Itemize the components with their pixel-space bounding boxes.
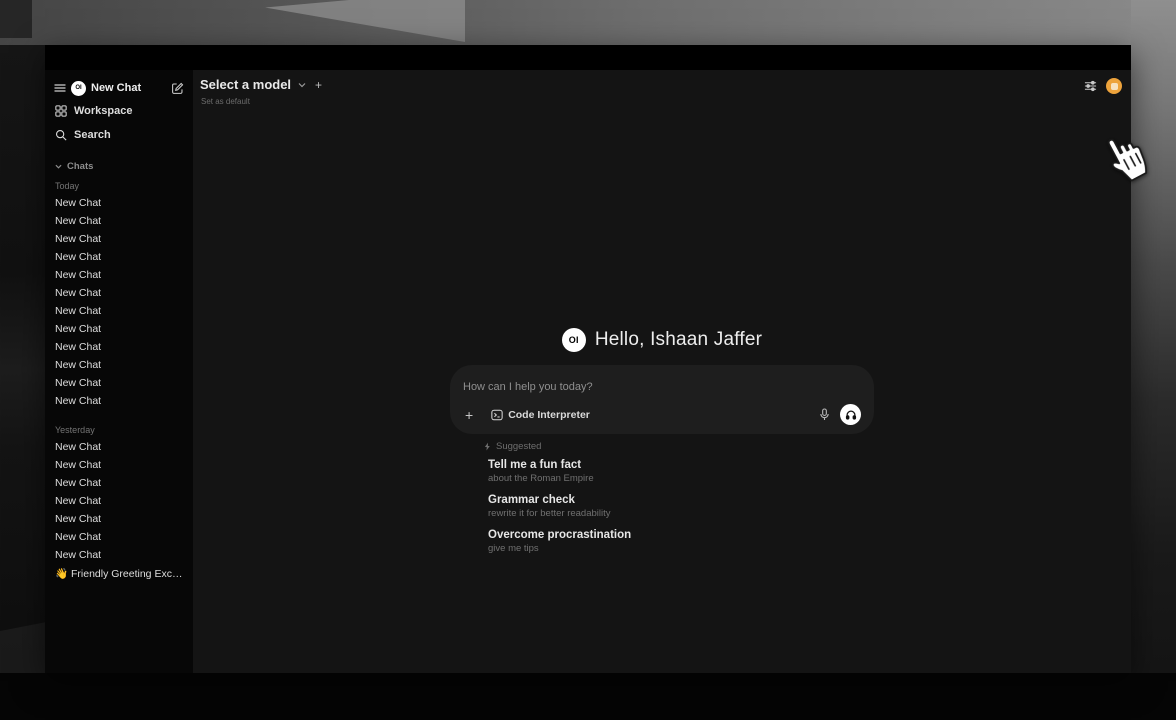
app-logo: OI [562, 328, 586, 352]
attach-plus-icon[interactable]: + [463, 409, 475, 421]
chevron-down-icon [55, 164, 62, 169]
chat-item[interactable]: New Chat [45, 356, 193, 374]
chat-item[interactable]: New Chat [45, 248, 193, 266]
suggestion-title: Grammar check [488, 494, 874, 506]
chat-item[interactable]: New Chat [45, 492, 193, 510]
suggested-label: Suggested [496, 441, 541, 452]
greeting: OI Hello, Ishaan Jaffer [450, 328, 874, 352]
app-logo: OI [71, 81, 86, 96]
sidebar-item-workspace[interactable]: Workspace [45, 100, 193, 122]
chat-item[interactable]: New Chat [45, 374, 193, 392]
voice-mode-button[interactable] [840, 404, 861, 425]
search-label: Search [74, 129, 111, 141]
terminal-icon [491, 409, 503, 421]
sidebar-item-search[interactable]: Search [45, 124, 193, 146]
chat-group-label: Yesterday [45, 420, 193, 438]
wallpaper-top-band [0, 0, 1176, 45]
greeting-text: Hello, Ishaan Jaffer [595, 329, 762, 351]
chat-item[interactable]: New Chat [45, 284, 193, 302]
set-as-default-button[interactable]: Set as default [201, 97, 250, 106]
model-selector[interactable]: Select a model + [200, 77, 322, 92]
search-icon [55, 129, 67, 141]
chat-item[interactable]: New Chat [45, 456, 193, 474]
app-window: OI New Chat Workspace [45, 45, 1131, 673]
chat-item[interactable]: New Chat [45, 320, 193, 338]
suggested-list: Tell me a fun fact about the Roman Empire… [488, 459, 874, 554]
sidebar: OI New Chat Workspace [45, 70, 193, 673]
chat-item[interactable]: New Chat [45, 474, 193, 492]
chat-item[interactable]: New Chat [45, 302, 193, 320]
sidebar-toggle-icon[interactable] [54, 83, 66, 93]
wallpaper-left-strip [0, 45, 45, 695]
suggestion-item[interactable]: Tell me a fun fact about the Roman Empire [488, 459, 874, 484]
chats-section-toggle[interactable]: Chats [45, 157, 193, 176]
chat-item[interactable]: New Chat [45, 338, 193, 356]
wallpaper-topleft-shape [0, 0, 32, 38]
chat-item[interactable]: New Chat [45, 438, 193, 456]
chat-item[interactable]: New Chat [45, 266, 193, 284]
suggestion-item[interactable]: Grammar check rewrite it for better reada… [488, 494, 874, 519]
chat-item[interactable]: New Chat [45, 392, 193, 410]
chat-groups: TodayNew ChatNew ChatNew ChatNew ChatNew… [45, 176, 193, 582]
avatar-glyph [1111, 83, 1118, 90]
user-avatar[interactable] [1106, 78, 1122, 94]
chat-item[interactable]: New Chat [45, 230, 193, 248]
bolt-icon [484, 442, 491, 451]
workspace-grid-icon [55, 105, 67, 117]
main-area: Select a model + Set as default O [193, 70, 1131, 673]
suggestion-item[interactable]: Overcome procrastination give me tips [488, 529, 874, 554]
suggestion-title: Overcome procrastination [488, 529, 874, 541]
chat-item[interactable]: New Chat [45, 510, 193, 528]
model-selector-label: Select a model [200, 77, 291, 92]
input-controls: + Code Interpreter [463, 404, 861, 425]
chat-item[interactable]: New Chat [45, 212, 193, 230]
prompt-input-card: + Code Interpreter [450, 365, 874, 434]
welcome-block: OI Hello, Ishaan Jaffer + [450, 328, 874, 564]
suggested-header: Suggested [484, 441, 874, 452]
topbar-right [1084, 78, 1122, 94]
controls-sliders-icon[interactable] [1084, 80, 1097, 92]
chats-section-label: Chats [67, 161, 93, 172]
chat-item[interactable]: 👋 Friendly Greeting Exchange [45, 564, 193, 582]
suggestion-subtitle: about the Roman Empire [488, 473, 874, 484]
chat-item[interactable]: New Chat [45, 194, 193, 212]
add-model-icon[interactable]: + [315, 78, 322, 92]
sidebar-title: New Chat [91, 82, 166, 94]
sidebar-header: OI New Chat [45, 78, 193, 98]
prompt-input[interactable] [463, 381, 861, 393]
new-chat-icon[interactable] [171, 82, 184, 95]
code-interpreter-label: Code Interpreter [508, 409, 590, 421]
suggestion-title: Tell me a fun fact [488, 459, 874, 471]
chevron-down-icon [298, 82, 306, 88]
wallpaper-bottom-strip [0, 673, 1176, 720]
chat-group-label: Today [45, 176, 193, 194]
window-title-strip [45, 45, 1131, 70]
chat-item[interactable]: New Chat [45, 528, 193, 546]
workspace-label: Workspace [74, 105, 133, 117]
code-interpreter-toggle[interactable]: Code Interpreter [491, 409, 590, 421]
wallpaper-right-strip [1131, 0, 1176, 695]
suggestion-subtitle: rewrite it for better readability [488, 508, 874, 519]
desktop: { "app": { "logo_text": "OI", "sidebar":… [0, 0, 1176, 720]
microphone-icon[interactable] [819, 408, 830, 421]
suggestion-subtitle: give me tips [488, 543, 874, 554]
chat-item[interactable]: New Chat [45, 546, 193, 564]
